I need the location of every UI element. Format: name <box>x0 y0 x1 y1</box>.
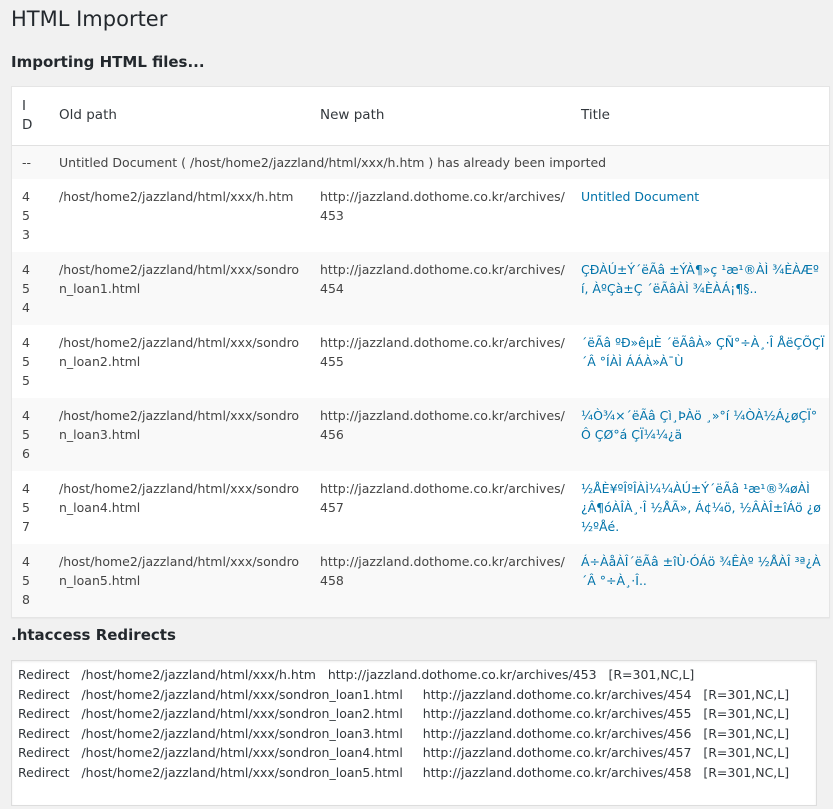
row-old-path: /host/home2/jazzland/html/xxx/sondron_lo… <box>59 407 300 442</box>
row-new-path: http://jazzland.dothome.co.kr/archives/4… <box>320 553 565 588</box>
row-title-link[interactable]: Á÷ÀåÀÎ´ëÃâ ±îÙ·ÓÁö ¾ÊÀº ½ÅÀÎ ³ª¿À´Â °÷À¸… <box>581 554 821 588</box>
table-row: 455/host/home2/jazzland/html/xxx/sondron… <box>12 325 829 398</box>
row-new-path: http://jazzland.dothome.co.kr/archives/4… <box>320 480 565 515</box>
row-old-path: /host/home2/jazzland/html/xxx/h.htm <box>59 188 294 204</box>
table-row: 456/host/home2/jazzland/html/xxx/sondron… <box>12 397 829 471</box>
row-title-link[interactable]: ½ÅÈ¥ºÎºÎÀÌ¼¼ÀÚ±Ý´ëÃâ ¹æ¹®¾øÀÌ ¿Â¶óÀÎÀ¸·Î… <box>581 481 821 534</box>
redirect-line: Redirect /host/home2/jazzland/html/xxx/s… <box>18 706 790 721</box>
row-title-link[interactable]: Untitled Document <box>581 189 699 204</box>
htaccess-section-heading: .htaccess Redirects <box>11 626 176 644</box>
table-row: 454/host/home2/jazzland/html/xxx/sondron… <box>12 251 829 325</box>
column-header-title: Title <box>581 107 610 124</box>
row-new-path: http://jazzland.dothome.co.kr/archives/4… <box>320 261 565 296</box>
row-id: 458 <box>22 553 30 607</box>
redirect-line: Redirect /host/home2/jazzland/html/xxx/s… <box>18 686 790 702</box>
already-imported-notice-row: -- Untitled Document ( /host/home2/jazzl… <box>12 145 829 179</box>
redirect-line: Redirect /host/home2/jazzland/html/xxx/s… <box>18 764 790 780</box>
page-title: HTML Importer <box>11 7 168 31</box>
import-section-heading: Importing HTML files... <box>11 53 205 71</box>
htaccess-redirects-textarea[interactable]: Redirect /host/home2/jazzland/html/xxx/h… <box>11 660 817 806</box>
redirect-line: Redirect /host/home2/jazzland/html/xxx/h… <box>18 667 695 682</box>
row-id: 457 <box>22 480 30 534</box>
column-header-old-path: Old path <box>59 107 117 124</box>
row-old-path: /host/home2/jazzland/html/xxx/sondron_lo… <box>59 480 300 515</box>
already-imported-notice: Untitled Document ( /host/home2/jazzland… <box>59 154 607 170</box>
table-row: 457/host/home2/jazzland/html/xxx/sondron… <box>12 471 829 544</box>
redirect-line: Redirect /host/home2/jazzland/html/xxx/s… <box>18 745 790 760</box>
row-title-link[interactable]: ÇÐÀÚ±Ý´ëÃâ ±ÝÀ¶»ç ¹æ¹®ÀÌ ¾ÈÀÆºí, ÀºÇà±Ç … <box>581 262 819 296</box>
row-old-path: /host/home2/jazzland/html/xxx/sondron_lo… <box>59 553 300 588</box>
table-row: 458/host/home2/jazzland/html/xxx/sondron… <box>12 543 829 617</box>
column-header-new-path: New path <box>320 107 385 124</box>
column-header-id: ID <box>22 97 33 133</box>
notice-marker: -- <box>22 154 32 170</box>
import-results-table: ID Old path New path Title -- Untitled D… <box>11 86 830 618</box>
row-id: 456 <box>22 407 30 461</box>
row-id: 455 <box>22 334 30 388</box>
row-title-link[interactable]: ¼Ò¾×´ëÃâ Çì¸ÞÀö ¸»°í ¼ÒÀ½Á¿øÇÏ°Ô ÇØ°á ÇÏ… <box>581 408 817 442</box>
row-new-path: http://jazzland.dothome.co.kr/archives/4… <box>320 188 565 223</box>
row-new-path: http://jazzland.dothome.co.kr/archives/4… <box>320 407 565 442</box>
table-row: 453/host/home2/jazzland/html/xxx/h.htm ht… <box>12 179 829 252</box>
row-new-path: http://jazzland.dothome.co.kr/archives/4… <box>320 334 565 369</box>
row-title-link[interactable]: ´ëÃâ ºÐ»êµÈ ´ëÃâÀ» ÇÑ°÷À¸·Î ÅëÇÕÇÏ´Â °ÍÀ… <box>581 335 824 369</box>
redirect-line: Redirect /host/home2/jazzland/html/xxx/s… <box>18 725 790 741</box>
row-id: 453 <box>22 188 30 242</box>
row-id: 454 <box>22 261 30 315</box>
table-header-row: ID Old path New path Title <box>12 87 829 145</box>
row-old-path: /host/home2/jazzland/html/xxx/sondron_lo… <box>59 334 300 369</box>
row-old-path: /host/home2/jazzland/html/xxx/sondron_lo… <box>59 261 300 296</box>
